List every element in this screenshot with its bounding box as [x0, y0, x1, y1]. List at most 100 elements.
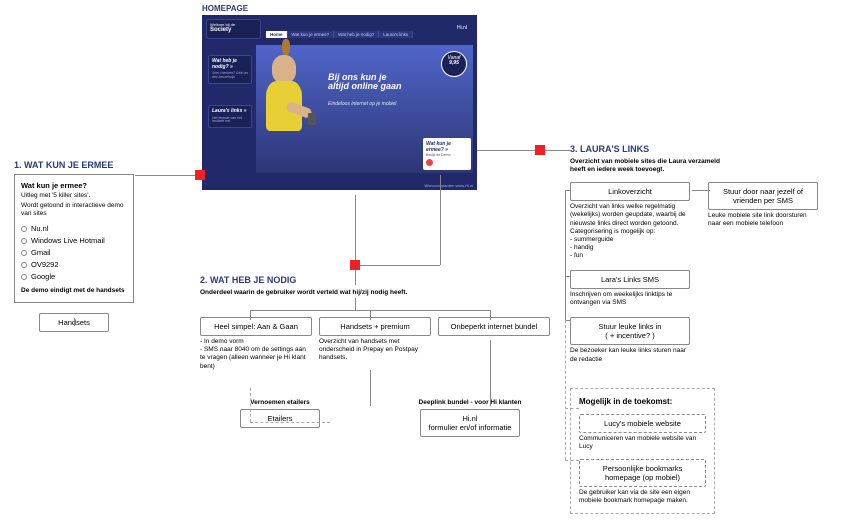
radio-icon: [21, 262, 27, 268]
sec2-sub: Onderdeel waarin de gebruiker wordt vert…: [200, 289, 420, 297]
connector: [565, 190, 566, 320]
connector: [74, 318, 75, 326]
connector: [565, 320, 566, 460]
connector: [250, 388, 251, 422]
sec1-list: Nu.nl Windows Live Hotmail Gmail OV9292 …: [21, 224, 127, 281]
sub-right-label: Deeplink bundel - voor Hi klanten: [415, 399, 525, 406]
hi-nl-link[interactable]: Hi.nl: [457, 25, 467, 31]
phone-icon: [308, 113, 316, 125]
play-icon[interactable]: [426, 159, 433, 166]
sidebox-laura[interactable]: Laura's links » Het leukste van het mobi…: [208, 105, 252, 128]
connector: [565, 460, 579, 461]
box1-right-desc: Leuke mobiele site link doorsturen naar …: [708, 212, 818, 228]
section-1-box: Wat kun je ermee? Uitleg met '5 killer s…: [14, 174, 134, 303]
hero-sub: Eindeloos internet op je mobiel: [328, 101, 396, 107]
hero-figure: [256, 45, 316, 173]
hero-text: Bij ons kun je altijd online gaan: [328, 73, 402, 92]
connector: [355, 195, 356, 260]
sec2-columns: Heel simpel: Aan & Gaan - In demo vorm -…: [200, 317, 550, 371]
sec3-sub: Overzicht van mobiele sites die Laura ve…: [570, 158, 730, 174]
sec1-heading: Wat kun je ermee?: [21, 181, 127, 190]
sec2-col1: Heel simpel: Aan & Gaan - In demo vorm -…: [200, 317, 312, 371]
homepage-section: HOMEPAGE Welkom bij de Society Home Wat …: [202, 4, 477, 190]
linkoverzicht-box[interactable]: Linkoverzicht: [570, 182, 690, 201]
future1-desc: Communiceren van mobiele website van Luc…: [579, 435, 706, 451]
col3-box[interactable]: Onbeperkt internet bundel: [438, 317, 550, 336]
item-label: OV9292: [31, 260, 59, 269]
item-label: Nu.nl: [31, 224, 49, 233]
price-val: 9,95: [442, 61, 466, 66]
hero-line2: altijd online gaan: [328, 82, 402, 91]
sidebox-wat-heb[interactable]: Wat heb je nodig? » Snel checken? Geb uw…: [208, 55, 252, 84]
connector: [440, 175, 441, 265]
nav-laura[interactable]: Laura's links: [379, 31, 413, 38]
section-1-title: 1. WAT KUN JE ERMEE: [14, 160, 134, 170]
bookmarks-box[interactable]: Persoonlijke bookmarks homepage (op mobi…: [579, 459, 706, 487]
future-title: Mogelijk in de toekomst:: [579, 397, 706, 406]
homepage-header: Welkom bij de Society Home Wat kun je er…: [206, 19, 473, 43]
radio-icon: [21, 274, 27, 280]
homepage-label: HOMEPAGE: [202, 4, 477, 13]
list-item[interactable]: Nu.nl: [21, 224, 127, 233]
popup-wat-kun[interactable]: Wat kun je ermee? » Bekijk de Demo: [423, 138, 471, 170]
connector: [565, 190, 571, 191]
connector: [355, 298, 356, 310]
connector: [490, 310, 491, 320]
price-badge: Vanaf 9,95: [441, 51, 467, 77]
logo-brand: Society: [210, 27, 257, 33]
etailers-box[interactable]: Etailers: [240, 409, 320, 428]
lucy-box[interactable]: Lucy's mobiele website: [579, 414, 706, 433]
future-section: Mogelijk in de toekomst: Lucy's mobiele …: [570, 388, 715, 515]
nav-home[interactable]: Home: [266, 31, 288, 38]
col1-box[interactable]: Heel simpel: Aan & Gaan: [200, 317, 312, 336]
sec2-col2: Handsets + premium Overzicht van handset…: [319, 317, 431, 371]
section-2: 2. WAT HEB JE NODIG Onderdeel waarin de …: [200, 275, 550, 437]
list-item[interactable]: Gmail: [21, 248, 127, 257]
hinl-box[interactable]: Hi.nl formulier en/of informatie: [420, 409, 520, 437]
item-label: Google: [31, 272, 55, 281]
connector: [545, 150, 570, 151]
sec2-sub-left: Vernoemen etailers Etailers: [225, 399, 335, 437]
list-item[interactable]: Google: [21, 272, 127, 281]
stuur-links-box[interactable]: Stuur leuke links in ( + incentive? ): [570, 317, 690, 345]
homepage-mockup: Welkom bij de Society Home Wat kun je er…: [202, 15, 477, 190]
connector: [250, 310, 251, 320]
section-1: 1. WAT KUN JE ERMEE Wat kun je ermee? Ui…: [14, 160, 134, 332]
section-3: 3. LAURA'S LINKS Overzicht van mobiele s…: [570, 144, 840, 514]
sec3-left: Linkoverzicht Overzicht van links welke …: [570, 182, 690, 363]
sec1-sub1: Uitleg met '5 killer sites'.: [21, 192, 127, 200]
sidebox1-title: Wat heb je nodig? »: [212, 59, 248, 70]
sec1-sub2: Wordt getoond in interactieve demo van s…: [21, 202, 127, 218]
radio-icon: [21, 226, 27, 232]
radio-icon: [21, 238, 27, 244]
nav-wat-kun[interactable]: Wat kun je ermee?: [288, 31, 335, 38]
popup-sub: Bekijk de Demo: [426, 153, 468, 157]
col2-box[interactable]: Handsets + premium: [319, 317, 431, 336]
section-2-title: 2. WAT HEB JE NODIG: [200, 275, 550, 285]
connector: [370, 370, 371, 406]
sec2-subrow: Vernoemen etailers Etailers Deeplink bun…: [200, 399, 550, 437]
homepage-nav: Home Wat kun je ermee? Wat heb je nodig?…: [266, 31, 413, 38]
laras-links-sms-box[interactable]: Lara's Links SMS: [570, 270, 690, 289]
col2-desc: Overzicht van handsets met onderscheid i…: [319, 338, 431, 362]
box1-desc: Overzicht van links welke regelmatig (we…: [570, 203, 690, 260]
box2-desc: Inschrijven om weekelijks linktips te on…: [570, 291, 690, 307]
sidebox1-sub: Snel checken? Geb uw dev keuzehulp: [212, 72, 248, 80]
sec3-row1: Linkoverzicht Overzicht van links welke …: [570, 182, 840, 363]
sec3-stack: Lara's Links SMS Inschrijven om weekelij…: [570, 270, 690, 364]
item-label: Windows Live Hotmail: [31, 236, 105, 245]
connector: [565, 408, 579, 409]
sidebox2-sub: Het leukste van het mobiele net: [212, 117, 248, 125]
logo[interactable]: Welkom bij de Society: [206, 19, 261, 39]
connector: [360, 265, 440, 266]
list-item[interactable]: Windows Live Hotmail: [21, 236, 127, 245]
connector: [477, 150, 535, 151]
list-item[interactable]: OV9292: [21, 260, 127, 269]
section-3-title: 3. LAURA'S LINKS: [570, 144, 840, 154]
sec3-right: Stuur door naar jezelf of vrienden per S…: [708, 182, 818, 228]
connector-node: [350, 260, 360, 270]
stuur-door-box[interactable]: Stuur door naar jezelf of vrienden per S…: [708, 182, 818, 210]
nav-wat-heb[interactable]: Wat heb je nodig?: [334, 31, 379, 38]
connector: [135, 175, 195, 176]
sec1-ending: De demo eindigt met de handsets: [21, 287, 127, 295]
